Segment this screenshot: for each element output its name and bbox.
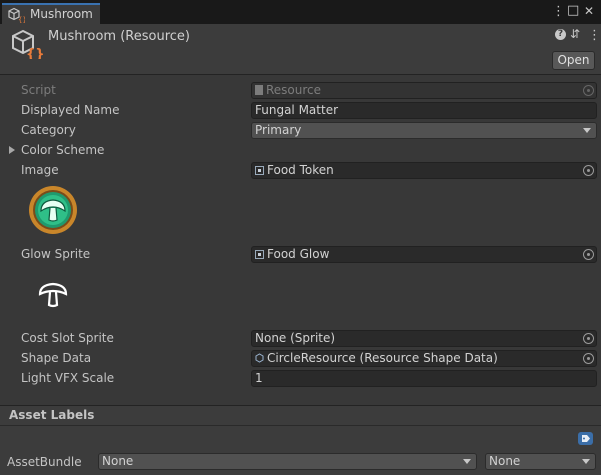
displayed-name-input[interactable]: Fungal Matter [251, 102, 597, 119]
maximize-icon[interactable]: □ [567, 3, 579, 18]
scriptable-object-icon [255, 352, 264, 363]
asset-labels-title: Asset Labels [9, 408, 95, 422]
object-picker-icon[interactable] [583, 353, 594, 364]
inspector-header: {} Mushroom (Resource) ? ⇵ ⋮ Open [0, 24, 601, 75]
asset-bundle-variant-dropdown[interactable]: None [485, 453, 596, 470]
object-picker-icon[interactable] [583, 333, 594, 344]
asset-labels-section: Asset Labels AssetBundle None None [0, 405, 601, 475]
shape-data-label: Shape Data [21, 351, 92, 365]
food-token-preview [28, 185, 78, 238]
light-vfx-scale-label: Light VFX Scale [21, 371, 115, 385]
image-field[interactable]: Food Token [251, 162, 597, 179]
script-value: Resource [266, 83, 322, 97]
image-value: Food Token [267, 163, 334, 177]
asset-bundle-name-value: None [102, 454, 134, 468]
chevron-down-icon [463, 459, 471, 464]
sprite-icon [255, 166, 264, 175]
category-value: Primary [255, 123, 302, 137]
glow-sprite-field[interactable]: Food Glow [251, 246, 597, 263]
light-vfx-scale-input[interactable]: 1 [251, 370, 597, 387]
sprite-icon [255, 250, 264, 259]
color-scheme-foldout[interactable]: Color Scheme [21, 143, 104, 157]
window-menu-icon[interactable]: ⋮ [552, 4, 565, 19]
cost-slot-sprite-field[interactable]: None (Sprite) [251, 330, 597, 347]
displayed-name-label: Displayed Name [21, 103, 120, 117]
glow-sprite-value: Food Glow [267, 247, 330, 261]
category-label: Category [21, 123, 76, 137]
svg-text:{}: {} [18, 16, 25, 23]
script-field: Resource [251, 82, 597, 99]
label-tag-icon[interactable] [578, 432, 593, 445]
divider [0, 425, 601, 426]
object-picker-icon [583, 85, 594, 96]
asset-bundle-name-dropdown[interactable]: None [98, 453, 477, 470]
foldout-arrow-icon[interactable] [9, 146, 15, 154]
tab-mushroom[interactable]: {} Mushroom [2, 3, 100, 24]
glow-sprite-label: Glow Sprite [21, 247, 91, 261]
chevron-down-icon [583, 128, 591, 133]
image-label: Image [21, 163, 59, 177]
asset-bundle-label: AssetBundle [7, 455, 82, 469]
cost-slot-sprite-label: Cost Slot Sprite [21, 331, 114, 345]
tab-title: Mushroom [30, 7, 93, 21]
script-label: Script [21, 83, 56, 97]
close-icon[interactable]: ✕ [584, 4, 594, 18]
category-dropdown[interactable]: Primary [251, 122, 597, 139]
shape-data-value: CircleResource (Resource Shape Data) [267, 351, 498, 365]
kebab-menu-icon[interactable]: ⋮ [588, 28, 601, 43]
shape-data-field[interactable]: CircleResource (Resource Shape Data) [251, 350, 597, 367]
tab-bar: {} Mushroom ⋮ □ ✕ [0, 0, 601, 24]
script-file-icon [255, 85, 263, 95]
asset-bundle-variant-value: None [489, 454, 521, 468]
help-icon[interactable]: ? [555, 29, 566, 40]
food-glow-preview [37, 282, 69, 313]
inspector-title: Mushroom (Resource) [48, 29, 190, 44]
svg-text:{}: {} [26, 47, 44, 59]
cost-slot-sprite-value: None (Sprite) [255, 331, 336, 345]
open-button[interactable]: Open [552, 51, 595, 70]
object-picker-icon[interactable] [583, 249, 594, 260]
presets-icon[interactable]: ⇵ [570, 27, 580, 41]
object-picker-icon[interactable] [583, 165, 594, 176]
scriptable-object-large-icon: {} [10, 29, 45, 62]
chevron-down-icon [582, 459, 590, 464]
